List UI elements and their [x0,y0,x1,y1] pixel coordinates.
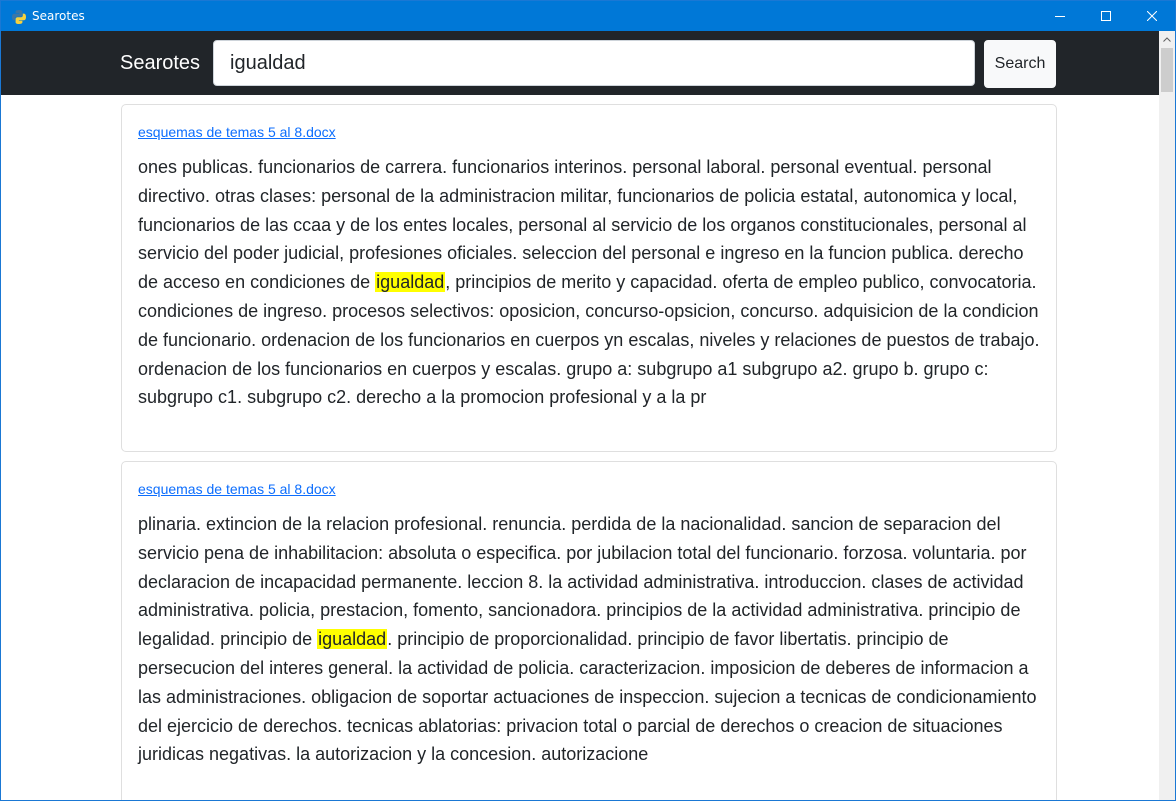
python-icon [11,9,27,25]
close-button[interactable] [1129,1,1175,31]
scrollbar-thumb[interactable] [1161,48,1173,92]
results-list: esquemas de temas 5 al 8.docx ones publi… [1,95,1159,800]
result-snippet: plinaria. extincion de la relacion profe… [138,510,1040,769]
snippet-text: , principios de merito y capacidad. ofer… [138,272,1040,408]
close-icon [1147,11,1157,21]
search-input[interactable] [213,40,975,86]
window-title: Searotes [32,9,85,23]
result-file-link[interactable]: esquemas de temas 5 al 8.docx [138,480,1040,498]
maximize-icon [1101,11,1111,21]
search-match-highlight: igualdad [375,272,446,293]
chevron-up-icon [1163,36,1171,42]
scroll-up-button[interactable] [1159,31,1175,47]
result-card: esquemas de temas 5 al 8.docx plinaria. … [121,461,1057,800]
brand-title[interactable]: Searotes [120,52,200,75]
search-match-highlight: igualdad [317,629,388,650]
minimize-icon [1055,16,1065,17]
result-file-link[interactable]: esquemas de temas 5 al 8.docx [138,123,1040,141]
vertical-scrollbar[interactable] [1159,31,1175,800]
title-bar[interactable]: Searotes [1,1,1175,31]
result-card: esquemas de temas 5 al 8.docx ones publi… [121,104,1057,452]
result-snippet: ones publicas. funcionarios de carrera. … [138,153,1040,412]
snippet-text: . principio de proporcionalidad. princip… [138,629,1037,765]
navbar: Searotes Search [1,31,1159,95]
maximize-button[interactable] [1083,1,1129,31]
search-button[interactable]: Search [984,40,1056,88]
app-window: Searotes Searotes Search esquemas de tem… [0,0,1176,801]
minimize-button[interactable] [1037,1,1083,31]
